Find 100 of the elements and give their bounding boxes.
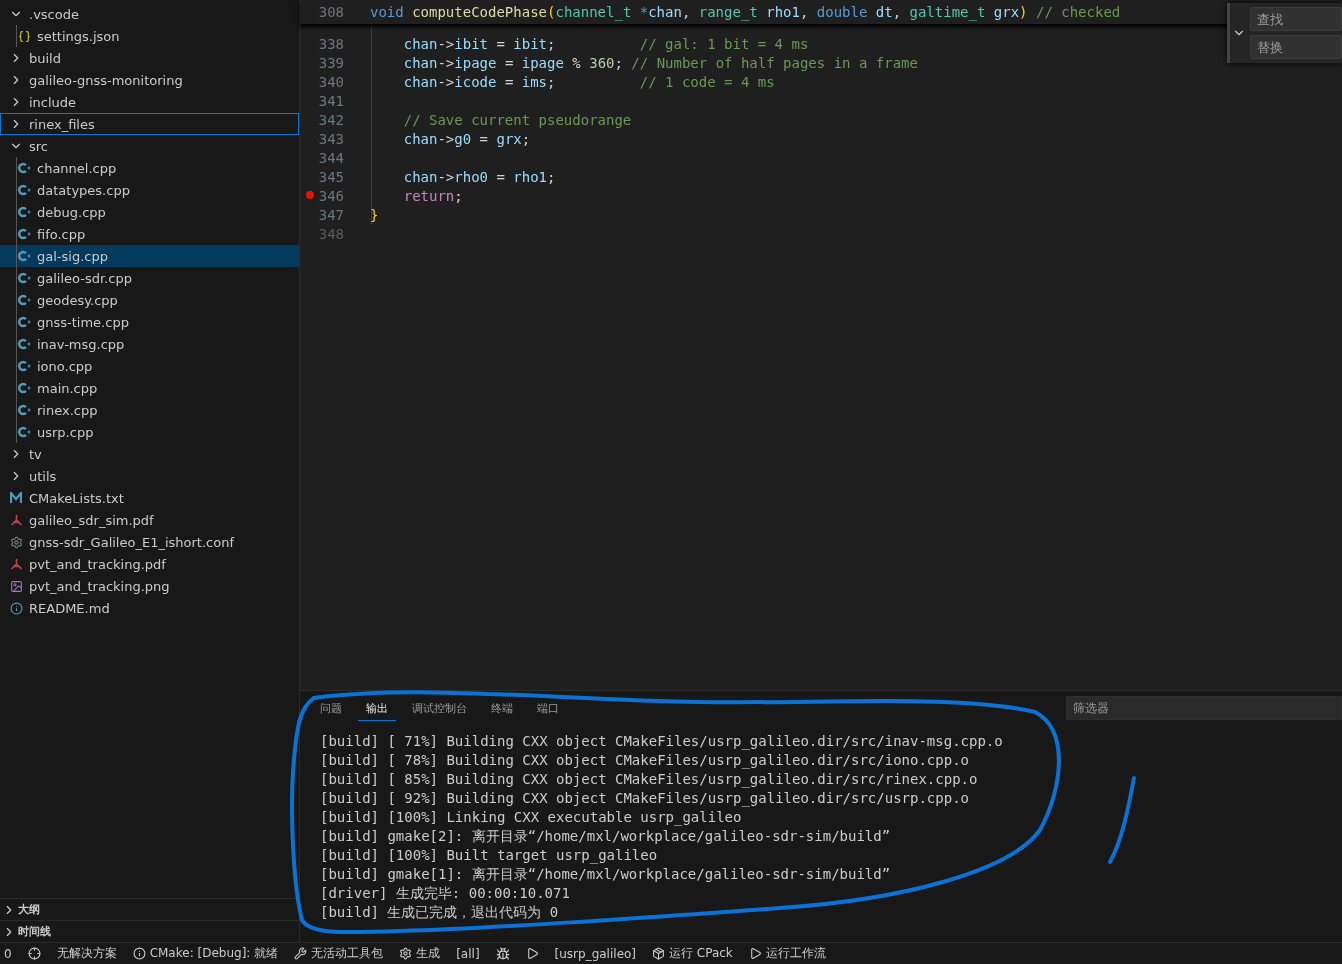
code-line: chan->icode = ims; // 1 code = 4 ms bbox=[402, 73, 775, 90]
code-line: void computeCodePhase(channel_t *chan, range_t rho1, double dt, galtime_t grx) // checked bbox=[370, 4, 1121, 20]
line-number: 339 bbox=[318, 54, 344, 71]
output-line: [build] gmake[1]: 离开目录“/home/mxl/workplace/galileo-sdr-sim/build” bbox=[320, 866, 892, 884]
status-item[interactable]: 0 bbox=[4, 946, 12, 961]
code-line: chan->ibit = ibit; // gal: 1 bit = 4 ms bbox=[402, 35, 809, 52]
line-number: 341 bbox=[318, 92, 344, 109]
folder-item[interactable]: src bbox=[0, 135, 299, 157]
cpp-file-icon bbox=[17, 338, 31, 350]
file-item[interactable]: gnss-time.cpp bbox=[0, 311, 299, 333]
cpp-file-icon bbox=[17, 316, 31, 328]
play-icon[interactable] bbox=[748, 947, 762, 960]
file-item[interactable]: debug.cpp bbox=[0, 201, 299, 223]
image-file-icon bbox=[9, 579, 23, 593]
info-icon bbox=[132, 947, 146, 960]
cpp-file-icon bbox=[17, 382, 31, 394]
output-line: [driver] 生成完毕: 00:00:10.071 bbox=[320, 885, 571, 903]
file-item[interactable]: iono.cpp bbox=[0, 355, 299, 377]
file-item[interactable]: settings.json bbox=[0, 25, 299, 47]
file-item[interactable]: pvt_and_tracking.png bbox=[0, 575, 299, 597]
pdf-file-icon bbox=[9, 513, 23, 527]
status-item[interactable]: 无活动工具包 bbox=[294, 945, 384, 962]
wrench-icon bbox=[294, 947, 308, 960]
replace-field[interactable]: 替换 bbox=[1250, 35, 1342, 59]
folder-item[interactable]: utils bbox=[0, 465, 299, 487]
output-line: [build] [ 78%] Building CXX object CMakeFiles/usrp_galileo.dir/src/iono.cpp.o bbox=[320, 752, 970, 771]
folder-item[interactable]: include bbox=[0, 91, 299, 113]
file-item[interactable]: channel.cpp bbox=[0, 157, 299, 179]
line-number: 342 bbox=[318, 111, 344, 128]
folder-item[interactable]: galileo-gnss-monitoring bbox=[0, 69, 299, 91]
file-item[interactable]: galileo-sdr.cpp bbox=[0, 267, 299, 289]
output-line: [build] 生成已完成，退出代码为 0 bbox=[320, 904, 560, 922]
bug-icon[interactable] bbox=[495, 946, 510, 961]
file-item[interactable]: CMakeLists.txt bbox=[0, 487, 299, 509]
output-line: [build] gmake[2]: 离开目录“/home/mxl/workplace/galileo-sdr-sim/build” bbox=[320, 828, 892, 846]
code-line: chan->ipage = ipage % 360; // Number of half pages in a frame bbox=[402, 54, 918, 71]
folder-item[interactable]: .vscode bbox=[0, 3, 299, 25]
folder-item[interactable]: tv bbox=[0, 443, 299, 465]
cpp-file-icon bbox=[17, 404, 31, 416]
filter-field[interactable]: 筛选器 bbox=[1066, 696, 1342, 720]
line-number: 340 bbox=[318, 73, 344, 90]
code-line: } bbox=[370, 206, 379, 223]
code-line: chan->g0 = grx; bbox=[402, 130, 531, 147]
cpp-file-icon bbox=[17, 360, 31, 372]
cpp-file-icon bbox=[17, 162, 31, 174]
panel-tab[interactable]: 输出 bbox=[358, 695, 396, 721]
status-item[interactable]: 运行工作流 bbox=[748, 945, 826, 962]
file-item[interactable]: gal-sig.cpp bbox=[0, 245, 299, 267]
cpp-file-icon bbox=[17, 294, 31, 306]
status-item[interactable]: [usrp_galileo] bbox=[554, 946, 637, 961]
section-header[interactable]: 大纲 bbox=[0, 898, 299, 920]
output-line: [build] [100%] Linking CXX executable usrp_galileo bbox=[320, 809, 743, 828]
status-item[interactable]: 运行 CPack bbox=[652, 945, 733, 962]
play-icon[interactable] bbox=[525, 947, 539, 960]
panel-tab[interactable]: 调试控制台 bbox=[404, 695, 475, 721]
folder-item[interactable]: rinex_files bbox=[0, 113, 299, 135]
info-icon bbox=[9, 601, 23, 615]
braces-icon bbox=[17, 29, 31, 43]
cmake-file-icon bbox=[10, 492, 22, 504]
file-item[interactable]: usrp.cpp bbox=[0, 421, 299, 443]
cpp-file-icon bbox=[17, 184, 31, 196]
cpp-file-icon bbox=[17, 272, 31, 284]
line-number: 343 bbox=[318, 130, 344, 147]
status-item[interactable]: 生成 bbox=[399, 945, 441, 962]
cpp-file-icon bbox=[17, 426, 31, 438]
find-field[interactable]: 查找 bbox=[1250, 7, 1342, 31]
file-item[interactable]: README.md bbox=[0, 597, 299, 619]
target-icon[interactable] bbox=[27, 947, 41, 960]
file-item[interactable]: pvt_and_tracking.pdf bbox=[0, 553, 299, 575]
output-line: [build] [100%] Built target usrp_galileo bbox=[320, 847, 659, 866]
output-line: [build] [ 92%] Building CXX object CMakeFiles/usrp_galileo.dir/src/usrp.cpp.o bbox=[320, 790, 970, 809]
file-item[interactable]: geodesy.cpp bbox=[0, 289, 299, 311]
line-number: 348 bbox=[318, 225, 344, 242]
panel-tab[interactable]: 端口 bbox=[529, 695, 567, 721]
panel-tab[interactable]: 终端 bbox=[483, 695, 521, 721]
pdf-file-icon bbox=[9, 557, 23, 571]
output-line: [build] [ 85%] Building CXX object CMakeFiles/usrp_galileo.dir/src/rinex.cpp.o bbox=[320, 771, 979, 790]
code-line: // Save current pseudorange bbox=[402, 111, 632, 128]
gear-icon bbox=[399, 947, 413, 960]
file-item[interactable]: rinex.cpp bbox=[0, 399, 299, 421]
line-number: 308 bbox=[318, 4, 344, 20]
line-number: 345 bbox=[318, 168, 344, 185]
line-number: 338 bbox=[318, 35, 344, 52]
cpp-file-icon bbox=[17, 250, 31, 262]
cpp-file-icon bbox=[17, 228, 31, 240]
status-item[interactable]: [all] bbox=[456, 946, 480, 961]
line-number: 344 bbox=[318, 149, 344, 166]
output-line: [build] [ 71%] Building CXX object CMakeFiles/usrp_galileo.dir/src/inav-msg.cpp.o bbox=[320, 733, 1004, 752]
status-item[interactable]: 无解决方案 bbox=[56, 945, 117, 962]
file-item[interactable]: gnss-sdr_Galileo_E1_ishort.conf bbox=[0, 531, 299, 553]
folder-item[interactable]: build bbox=[0, 47, 299, 69]
file-item[interactable]: inav-msg.cpp bbox=[0, 333, 299, 355]
panel-tab[interactable]: 问题 bbox=[312, 695, 350, 721]
file-item[interactable]: galileo_sdr_sim.pdf bbox=[0, 509, 299, 531]
file-item[interactable]: datatypes.cpp bbox=[0, 179, 299, 201]
file-item[interactable]: main.cpp bbox=[0, 377, 299, 399]
status-item[interactable]: CMake: [Debug]: 就绪 bbox=[132, 945, 279, 962]
code-line: return; bbox=[402, 187, 463, 204]
breakpoint-dot[interactable] bbox=[306, 191, 314, 199]
package-icon bbox=[652, 947, 666, 960]
